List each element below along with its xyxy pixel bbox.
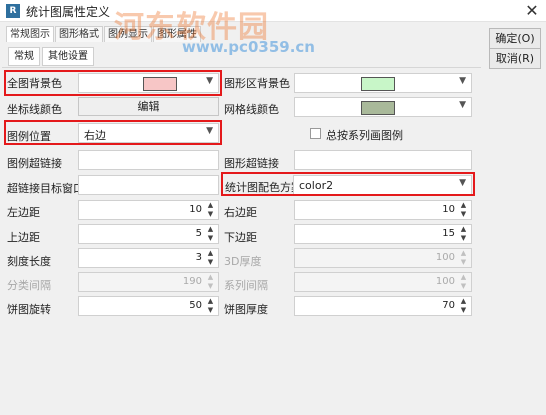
category-gap-value: 190	[182, 276, 202, 287]
spin-updown-icon[interactable]: ▲ ▼	[458, 201, 469, 219]
graph-bg-color-label: 图形区背景色	[224, 77, 290, 90]
tick-length-label: 刻度长度	[7, 255, 51, 268]
legend-link-label: 图例超链接	[7, 157, 62, 170]
tick-length-stepper[interactable]: 3 ▲ ▼	[78, 248, 219, 268]
watermark-url: www.pc0359.cn	[182, 38, 315, 56]
left-margin-label: 左边距	[7, 206, 40, 219]
app-icon: R	[6, 4, 20, 18]
left-margin-value: 10	[189, 204, 202, 215]
depth-3d-label: 3D厚度	[224, 255, 262, 268]
spin-updown-icon[interactable]: ▲ ▼	[205, 201, 216, 219]
depth-3d-value: 100	[435, 252, 455, 263]
pie-rotation-stepper[interactable]: 50 ▲ ▼	[78, 296, 219, 316]
highlight-legend-pos	[4, 120, 222, 145]
close-icon[interactable]: ✕	[521, 1, 543, 21]
grid-color-dropdown[interactable]: ▼	[294, 97, 472, 117]
bottom-margin-stepper[interactable]: 15 ▲ ▼	[294, 224, 472, 244]
cancel-button[interactable]: 取消(R)	[489, 48, 541, 69]
category-gap-label: 分类间隔	[7, 279, 51, 292]
axis-color-label: 坐标线颜色	[7, 103, 62, 116]
top-margin-label: 上边距	[7, 231, 40, 244]
series-gap-value: 100	[435, 276, 455, 287]
series-legend-label: 总按系列画图例	[326, 129, 403, 142]
spin-updown-icon: ▲ ▼	[207, 273, 214, 290]
subtab-general[interactable]: 常规	[8, 47, 40, 66]
pie-rotation-value: 50	[189, 300, 202, 311]
spin-updown-icon: ▲ ▼	[460, 273, 467, 290]
chevron-down-icon: ▼	[459, 100, 466, 110]
highlight-bg-color	[4, 70, 222, 96]
tab-general[interactable]: 常规图示	[6, 26, 54, 42]
series-gap-label: 系列间隔	[224, 279, 268, 292]
graph-link-input[interactable]	[294, 150, 472, 170]
spin-updown-icon[interactable]: ▲ ▼	[458, 225, 469, 243]
subtab-other[interactable]: 其他设置	[42, 47, 94, 66]
link-target-input[interactable]	[78, 175, 219, 195]
pie-rotation-label: 饼图旋转	[7, 303, 51, 316]
spin-updown-icon[interactable]: ▲ ▼	[205, 297, 216, 315]
graph-bg-color-swatch	[361, 77, 395, 91]
highlight-color-scheme	[221, 172, 475, 196]
graph-bg-color-dropdown[interactable]: ▼	[294, 73, 472, 93]
series-gap-stepper: 100 ▲ ▼	[294, 272, 472, 292]
link-target-label: 超链接目标窗口	[7, 182, 84, 195]
grid-color-label: 网格线颜色	[224, 103, 279, 116]
top-margin-value: 5	[195, 228, 202, 239]
pie-thickness-stepper[interactable]: 70 ▲ ▼	[294, 296, 472, 316]
left-margin-stepper[interactable]: 10 ▲ ▼	[78, 200, 219, 220]
axis-color-edit-button[interactable]: 编辑	[78, 97, 219, 116]
right-margin-stepper[interactable]: 10 ▲ ▼	[294, 200, 472, 220]
legend-link-input[interactable]	[78, 150, 219, 170]
top-margin-stepper[interactable]: 5 ▲ ▼	[78, 224, 219, 244]
bottom-margin-value: 15	[442, 228, 455, 239]
chevron-down-icon: ▼	[459, 76, 466, 86]
category-gap-stepper: 190 ▲ ▼	[78, 272, 219, 292]
tick-length-value: 3	[195, 252, 202, 263]
spin-updown-icon[interactable]: ▲ ▼	[458, 297, 469, 315]
right-margin-label: 右边距	[224, 206, 257, 219]
pie-thickness-label: 饼图厚度	[224, 303, 268, 316]
spin-updown-icon: ▲ ▼	[460, 249, 467, 266]
ok-button[interactable]: 确定(O)	[489, 28, 541, 49]
bottom-margin-label: 下边距	[224, 231, 257, 244]
subtab-strip: 常规 其他设置	[8, 47, 96, 66]
spin-updown-icon[interactable]: ▲ ▼	[205, 225, 216, 243]
pie-thickness-value: 70	[442, 300, 455, 311]
spin-updown-icon[interactable]: ▲ ▼	[205, 249, 216, 267]
window-title: 统计图属性定义	[26, 5, 111, 19]
right-margin-value: 10	[442, 204, 455, 215]
grid-color-swatch	[361, 101, 395, 115]
depth-3d-stepper: 100 ▲ ▼	[294, 248, 472, 268]
series-legend-checkbox[interactable]	[310, 128, 321, 139]
graph-link-label: 图形超链接	[224, 157, 279, 170]
tab-graph-format[interactable]: 图形格式	[55, 26, 103, 42]
